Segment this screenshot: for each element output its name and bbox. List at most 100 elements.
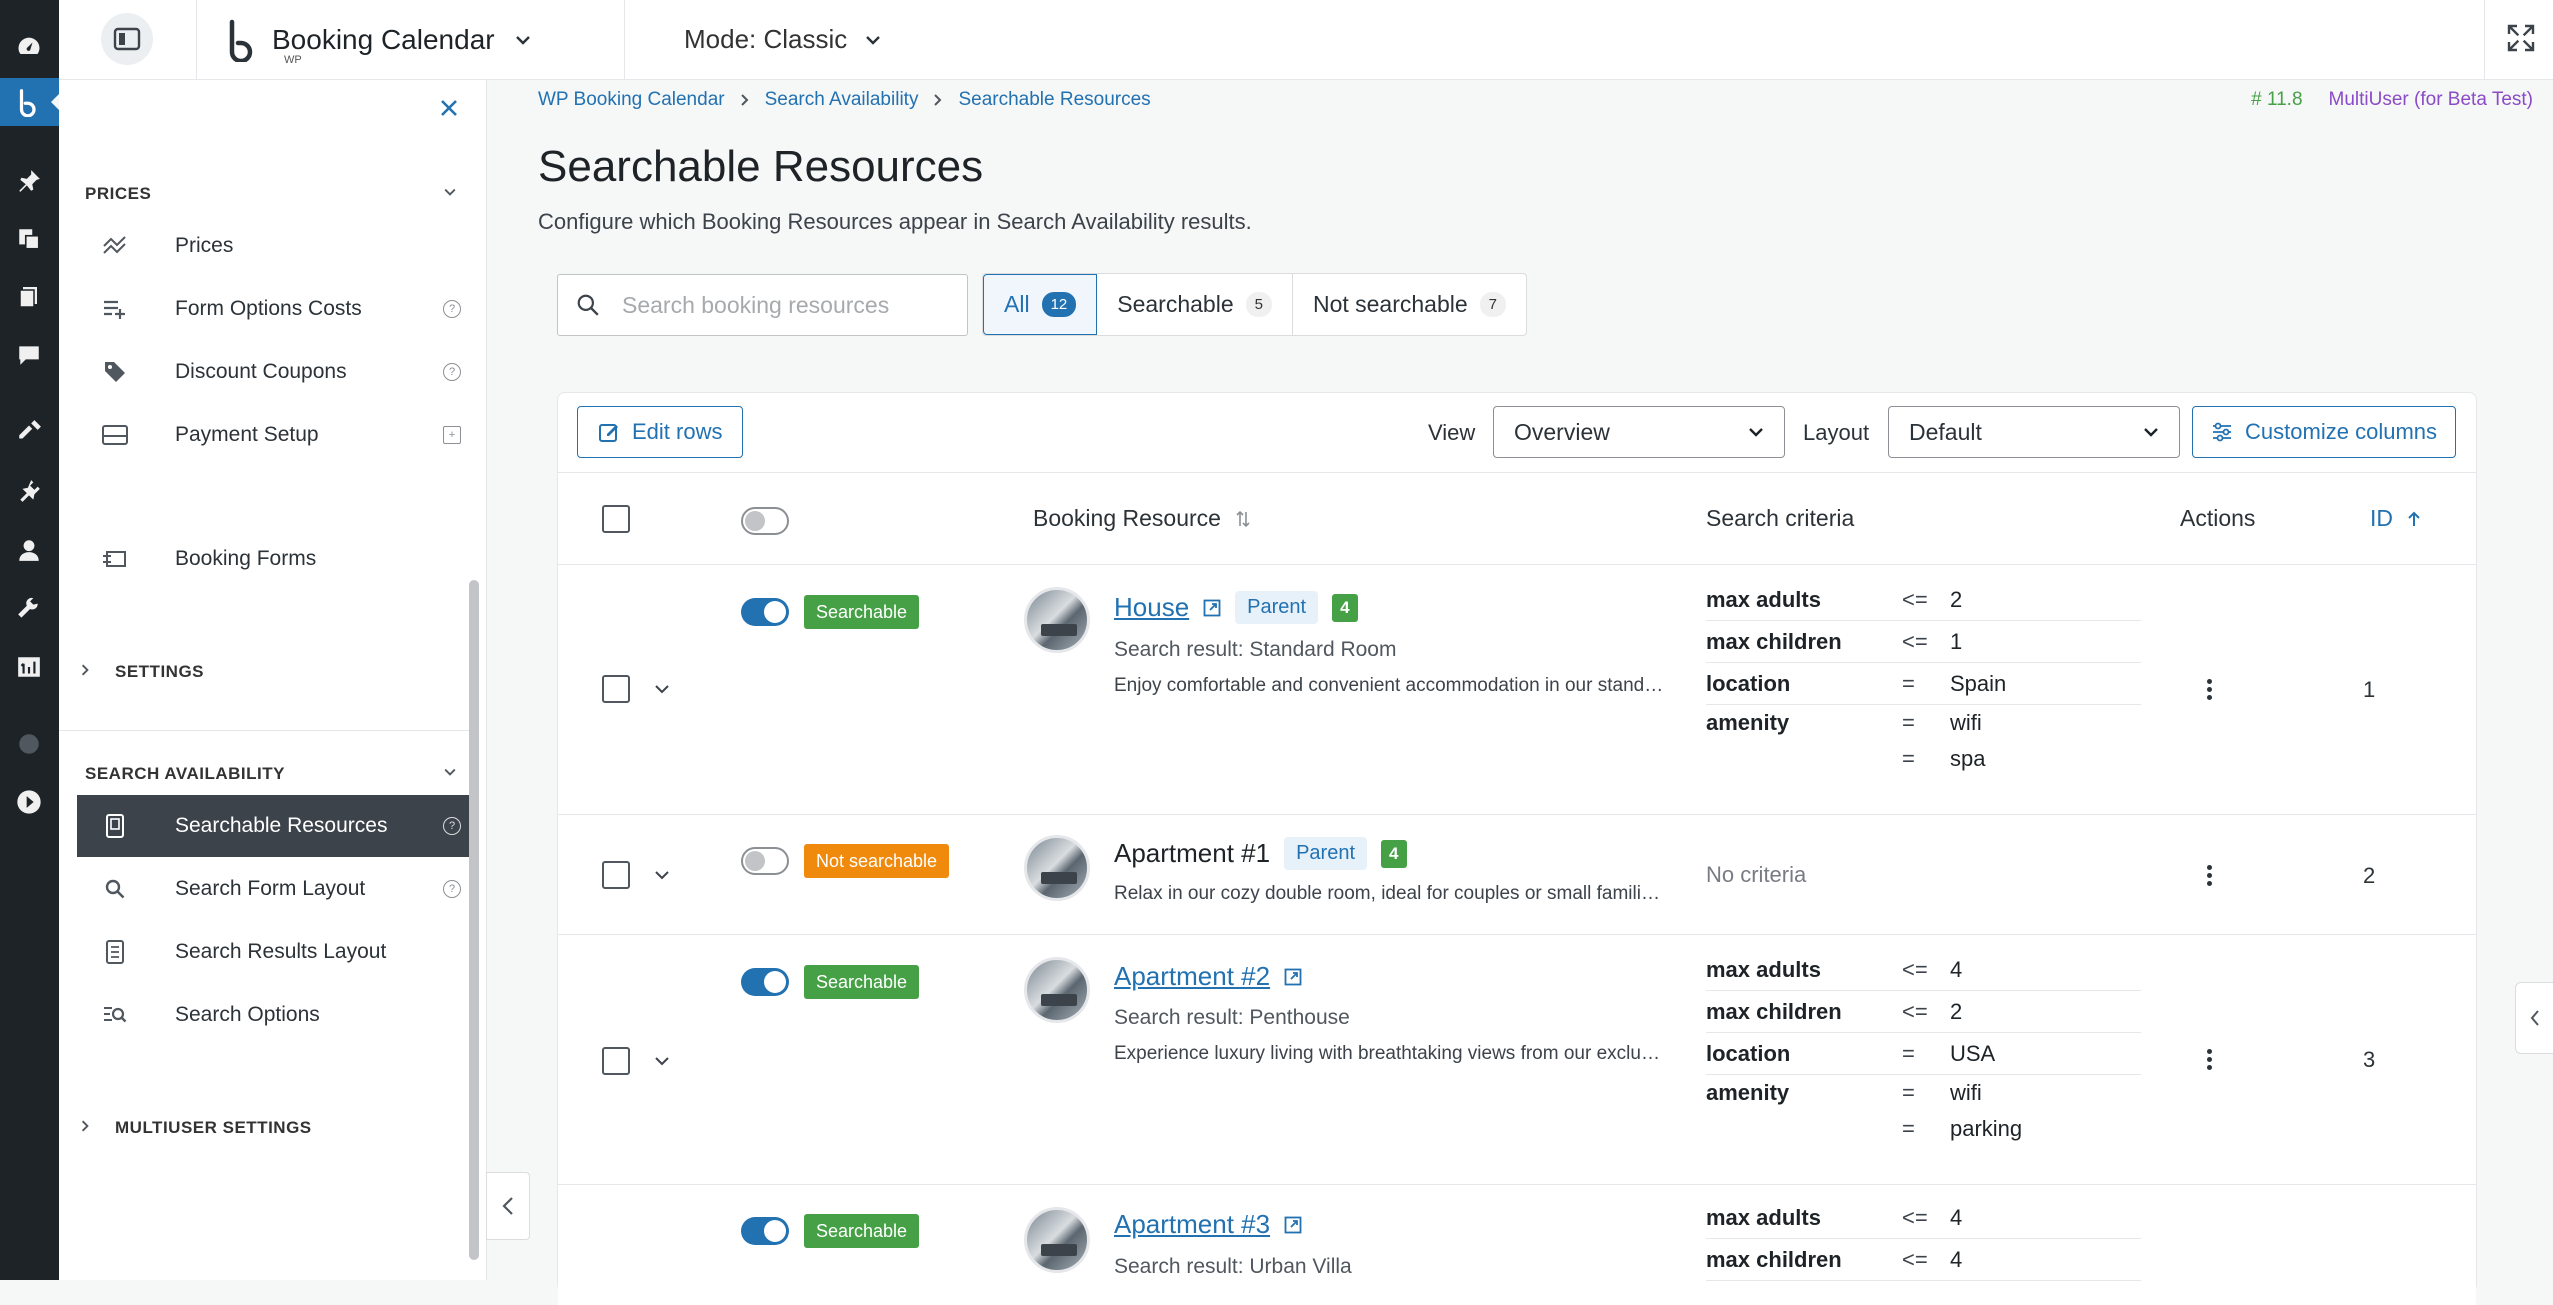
searchable-toggle[interactable] bbox=[741, 847, 789, 875]
filter-not-searchable[interactable]: Not searchable 7 bbox=[1293, 274, 1526, 335]
resource-name: Apartment #3 bbox=[1114, 1209, 1302, 1240]
row-actions-menu-icon[interactable] bbox=[2207, 1049, 2213, 1070]
filter-label: Not searchable bbox=[1312, 291, 1468, 317]
row-actions-menu-icon[interactable] bbox=[2207, 679, 2213, 700]
pin-icon[interactable] bbox=[12, 164, 46, 198]
collapse-sidebar-button[interactable] bbox=[486, 1172, 530, 1240]
criteria-op: = bbox=[1902, 1040, 1915, 1066]
sidebar-item-search-results-layout[interactable]: Search Results Layout bbox=[77, 921, 469, 983]
no-criteria-text: No criteria bbox=[1706, 862, 1807, 887]
booking-calendar-icon[interactable] bbox=[12, 85, 46, 119]
row-checkbox[interactable] bbox=[602, 1047, 630, 1075]
customize-columns-button[interactable]: Customize columns bbox=[2192, 406, 2456, 458]
section-search-availability[interactable]: SEARCH AVAILABILITY bbox=[85, 764, 285, 784]
select-all-checkbox[interactable] bbox=[602, 505, 630, 533]
pages-icon[interactable] bbox=[12, 280, 46, 314]
breadcrumb-current[interactable]: Searchable Resources bbox=[958, 89, 1150, 111]
column-booking-resource[interactable]: Booking Resource bbox=[1033, 505, 1251, 532]
status-badge: Searchable bbox=[804, 965, 920, 999]
play-icon[interactable] bbox=[12, 785, 46, 819]
column-label: ID bbox=[2370, 505, 2393, 531]
sidebar-toggle-button[interactable] bbox=[101, 13, 153, 65]
dashboard-icon[interactable] bbox=[12, 30, 46, 64]
parent-badge: Parent bbox=[1235, 591, 1319, 624]
right-panel-toggle[interactable] bbox=[2515, 982, 2553, 1054]
resource-link[interactable]: Apartment #2 bbox=[1114, 961, 1270, 992]
breadcrumb-link[interactable]: WP Booking Calendar bbox=[538, 89, 725, 111]
sidebar-item-search-form-layout[interactable]: Search Form Layout ? bbox=[77, 858, 469, 920]
chevron-down-icon[interactable] bbox=[652, 1051, 672, 1071]
view-select[interactable]: Overview bbox=[1493, 406, 1785, 458]
external-link-icon[interactable] bbox=[1203, 599, 1221, 617]
appearance-icon[interactable] bbox=[12, 415, 46, 449]
sidebar-item-label: Discount Coupons bbox=[175, 360, 347, 383]
criteria-key: max children bbox=[1706, 1246, 1842, 1272]
sidebar-item-label: Search Form Layout bbox=[175, 877, 366, 900]
version-edition[interactable]: MultiUser (for Beta Test) bbox=[2329, 89, 2533, 111]
section-prices[interactable]: PRICES bbox=[85, 184, 151, 204]
chevron-down-icon bbox=[1749, 428, 1763, 437]
sidebar-item-booking-forms[interactable]: Booking Forms bbox=[77, 528, 469, 590]
section-multiuser-settings[interactable]: MULTIUSER SETTINGS bbox=[115, 1118, 312, 1138]
app-switcher[interactable]: Booking Calendar WP bbox=[224, 18, 533, 66]
chevron-down-icon[interactable] bbox=[442, 184, 458, 200]
help-icon[interactable]: ? bbox=[443, 363, 461, 381]
plugins-icon[interactable] bbox=[12, 474, 46, 508]
resource-link[interactable]: Apartment #3 bbox=[1114, 1209, 1270, 1240]
comments-icon[interactable] bbox=[12, 338, 46, 372]
criteria-key: amenity bbox=[1706, 710, 1790, 735]
form-icon bbox=[95, 548, 135, 570]
chevron-down-icon[interactable] bbox=[652, 865, 672, 885]
row-actions-menu-icon[interactable] bbox=[2207, 865, 2213, 886]
criteria-value: 4 bbox=[1950, 1204, 1963, 1230]
sidebar-item-discount-coupons[interactable]: Discount Coupons ? bbox=[77, 341, 469, 403]
mode-selector[interactable]: Mode: Classic bbox=[624, 24, 883, 55]
layout-select[interactable]: Default bbox=[1888, 406, 2180, 458]
chevron-down-icon[interactable] bbox=[652, 679, 672, 699]
help-icon[interactable]: ? bbox=[443, 880, 461, 898]
external-link-icon[interactable] bbox=[1284, 1216, 1302, 1234]
sidebar-item-label: Search Results Layout bbox=[175, 940, 387, 963]
filter-all[interactable]: All 12 bbox=[983, 274, 1098, 335]
sidebar-item-searchable-resources[interactable]: Searchable Resources ? bbox=[77, 795, 469, 857]
sidebar-item-prices[interactable]: Prices bbox=[77, 215, 469, 277]
row-checkbox[interactable] bbox=[602, 861, 630, 889]
help-icon[interactable]: ? bbox=[443, 817, 461, 835]
searchable-toggle[interactable] bbox=[741, 1217, 789, 1245]
section-settings[interactable]: SETTINGS bbox=[115, 662, 204, 682]
sidebar-scrollbar[interactable] bbox=[469, 580, 479, 1260]
searchable-toggle[interactable] bbox=[741, 968, 789, 996]
searchable-toggle[interactable] bbox=[741, 598, 789, 626]
close-icon[interactable] bbox=[439, 98, 459, 118]
help-icon[interactable]: ? bbox=[443, 300, 461, 318]
filter-label: Searchable bbox=[1117, 291, 1234, 317]
sidebar-item-form-options-costs[interactable]: Form Options Costs ? bbox=[77, 278, 469, 340]
edit-rows-button[interactable]: Edit rows bbox=[577, 406, 744, 458]
fullscreen-icon[interactable] bbox=[2505, 22, 2537, 54]
resource-name: Apartment #2 bbox=[1114, 961, 1302, 992]
chart-icon bbox=[95, 236, 135, 256]
search-input[interactable] bbox=[622, 291, 942, 319]
sidebar-item-payment-setup[interactable]: Payment Setup + bbox=[77, 404, 469, 466]
resource-link[interactable]: House bbox=[1114, 592, 1189, 623]
settings-icon[interactable] bbox=[12, 650, 46, 684]
chevron-right-icon[interactable] bbox=[77, 662, 93, 678]
column-id[interactable]: ID bbox=[2370, 505, 2421, 532]
external-link-icon[interactable] bbox=[1284, 968, 1302, 986]
breadcrumb-link[interactable]: Search Availability bbox=[765, 89, 919, 111]
criteria-value: 4 bbox=[1950, 1246, 1963, 1272]
criteria-value: USA bbox=[1950, 1040, 1996, 1066]
toggle-all-switch[interactable] bbox=[741, 507, 789, 535]
sort-icon bbox=[1236, 510, 1250, 527]
sidebar-item-search-options[interactable]: Search Options bbox=[77, 984, 469, 1046]
row-checkbox[interactable] bbox=[602, 675, 630, 703]
filter-searchable[interactable]: Searchable 5 bbox=[1097, 274, 1293, 335]
globe-icon[interactable] bbox=[12, 727, 46, 761]
expand-icon[interactable]: + bbox=[443, 426, 461, 444]
chevron-right-icon[interactable] bbox=[77, 1118, 93, 1134]
chevron-down-icon[interactable] bbox=[442, 764, 458, 780]
criteria-op: = bbox=[1902, 1080, 1915, 1105]
media-icon[interactable] bbox=[12, 222, 46, 256]
users-icon[interactable] bbox=[12, 533, 46, 567]
tools-icon[interactable] bbox=[12, 592, 46, 626]
